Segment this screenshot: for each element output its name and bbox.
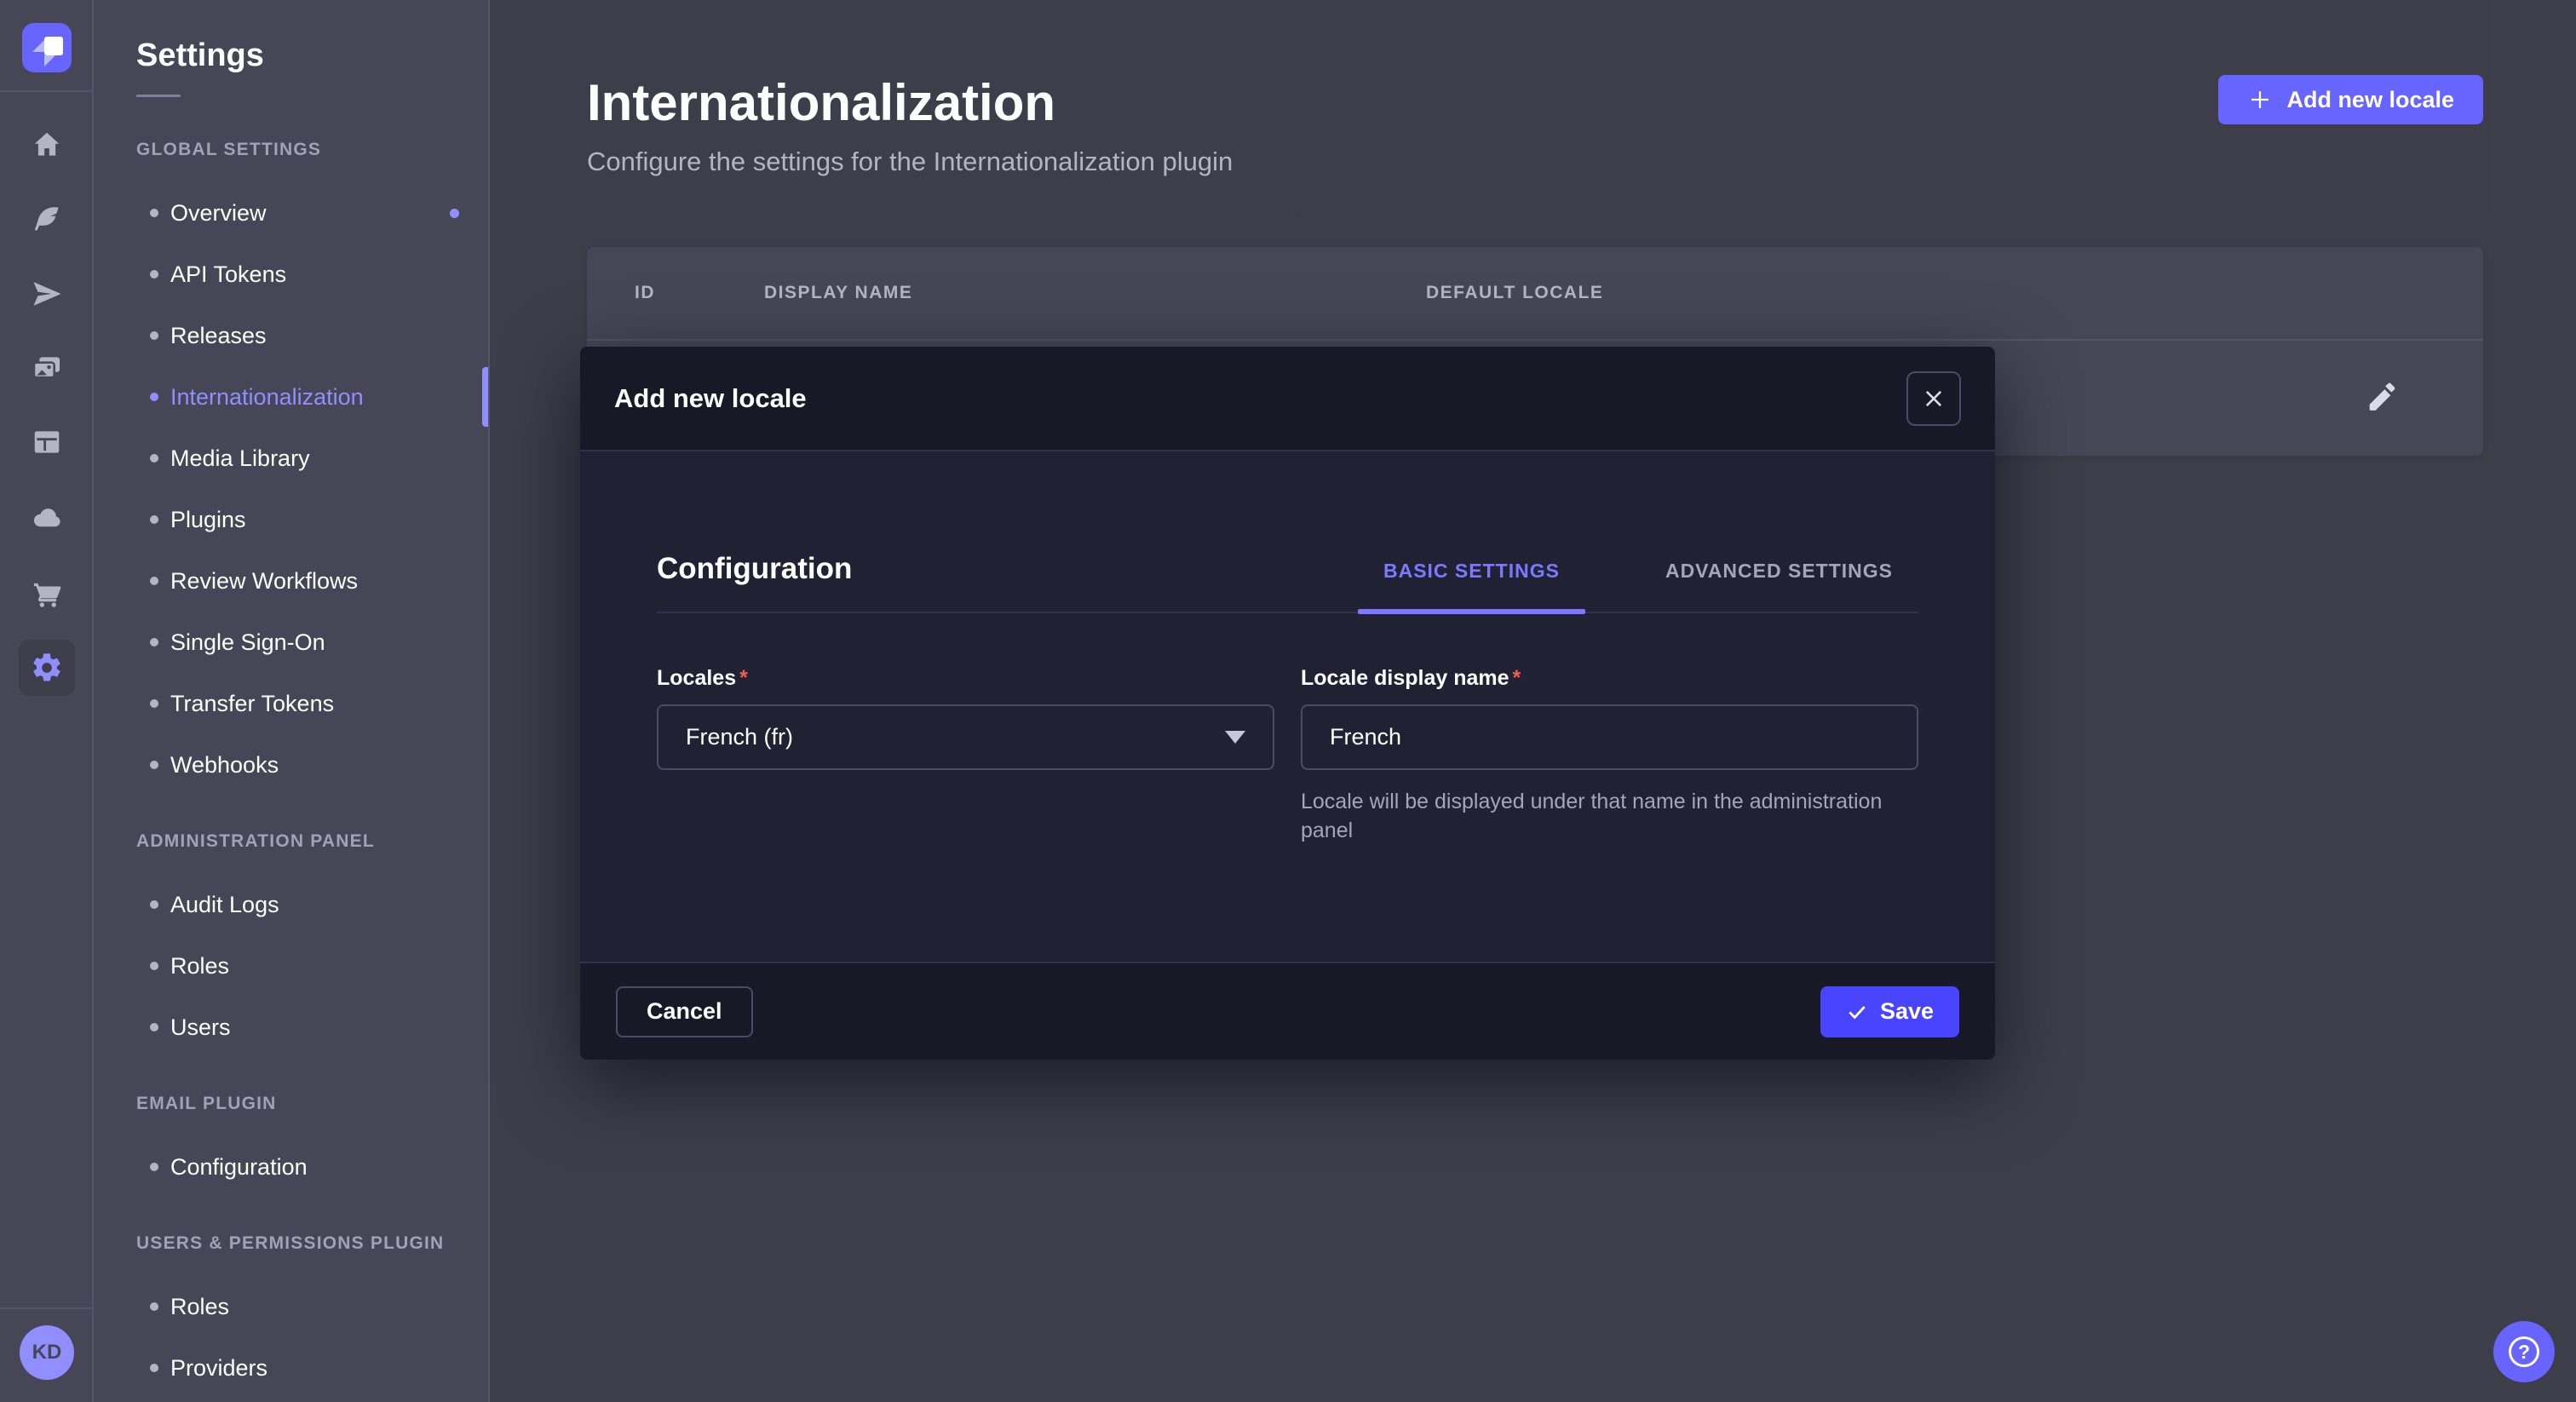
add-locale-modal: Add new locale Configuration BASIC SETTI…: [580, 347, 1995, 1060]
chevron-down-icon: [1225, 731, 1245, 744]
tab-advanced-settings[interactable]: ADVANCED SETTINGS: [1640, 560, 1918, 612]
modal-body: Configuration BASIC SETTINGS ADVANCED SE…: [580, 451, 1995, 962]
check-icon: [1846, 1001, 1868, 1023]
locales-field: Locales* French (fr): [657, 666, 1274, 845]
form-fields: Locales* French (fr) Locale display name…: [657, 666, 1918, 845]
display-name-label: Locale display name*: [1301, 666, 1918, 691]
locales-select[interactable]: French (fr): [657, 704, 1274, 770]
modal-title: Add new locale: [614, 383, 807, 414]
required-asterisk: *: [739, 666, 748, 690]
cancel-button[interactable]: Cancel: [616, 986, 753, 1037]
modal-footer: Cancel Save: [580, 962, 1995, 1060]
close-button[interactable]: [1906, 371, 1961, 426]
configuration-row: Configuration BASIC SETTINGS ADVANCED SE…: [657, 513, 1918, 613]
tab-basic-settings[interactable]: BASIC SETTINGS: [1358, 560, 1585, 612]
locales-label: Locales*: [657, 666, 1274, 691]
configuration-title: Configuration: [657, 552, 852, 612]
locales-select-value: French (fr): [686, 724, 793, 750]
required-asterisk: *: [1513, 666, 1521, 690]
close-icon: [1922, 387, 1946, 411]
display-name-input[interactable]: [1301, 704, 1918, 770]
settings-tabs: BASIC SETTINGS ADVANCED SETTINGS: [1358, 560, 1918, 612]
display-name-field: Locale display name* Locale will be disp…: [1301, 666, 1918, 845]
modal-header: Add new locale: [580, 347, 1995, 451]
save-button[interactable]: Save: [1820, 986, 1959, 1037]
display-name-hint: Locale will be displayed under that name…: [1301, 787, 1897, 845]
